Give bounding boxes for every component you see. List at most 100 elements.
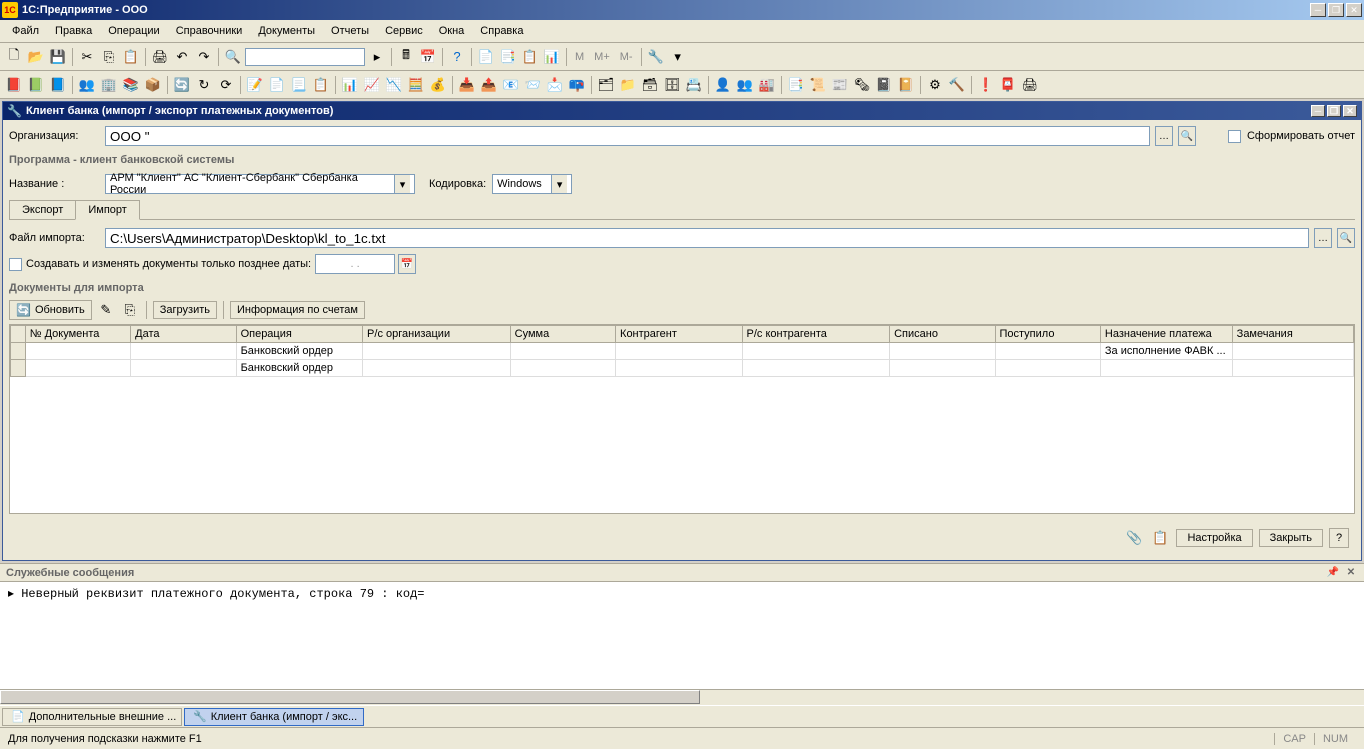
tb2-icon-23[interactable]: 📨 bbox=[523, 75, 543, 95]
tb2-icon-32[interactable]: 👥 bbox=[735, 75, 755, 95]
tb2-icon-18[interactable]: 🧮 bbox=[406, 75, 426, 95]
tab-export[interactable]: Экспорт bbox=[9, 200, 76, 219]
tb2-icon-22[interactable]: 📧 bbox=[501, 75, 521, 95]
tb2-icon-27[interactable]: 📁 bbox=[618, 75, 638, 95]
report-checkbox[interactable] bbox=[1228, 130, 1241, 143]
memory-mplus[interactable]: М+ bbox=[590, 51, 614, 63]
tb2-icon-33[interactable]: 🏭 bbox=[757, 75, 777, 95]
encoding-dropdown-icon[interactable]: ▾ bbox=[551, 175, 567, 193]
tool-icon-2[interactable]: 📑 bbox=[498, 47, 518, 67]
menu-documents[interactable]: Документы bbox=[250, 23, 323, 39]
search-input[interactable] bbox=[245, 48, 365, 66]
col-remarks[interactable]: Замечания bbox=[1232, 326, 1353, 343]
undo-icon[interactable]: ↶ bbox=[172, 47, 192, 67]
copy-icon[interactable]: ⎘ bbox=[99, 47, 119, 67]
tb2-icon-7[interactable]: 📦 bbox=[143, 75, 163, 95]
messages-content[interactable]: ▸ Неверный реквизит платежного документа… bbox=[0, 581, 1364, 689]
tb2-icon-6[interactable]: 📚 bbox=[121, 75, 141, 95]
menu-edit[interactable]: Правка bbox=[47, 23, 100, 39]
tb2-icon-12[interactable]: 📄 bbox=[267, 75, 287, 95]
file-input[interactable] bbox=[105, 228, 1309, 248]
table-row[interactable]: Банковский ордер За исполнение ФАВК ... bbox=[11, 343, 1354, 360]
calendar-button[interactable]: 📅 bbox=[398, 254, 416, 274]
help-toolbar-icon[interactable]: ? bbox=[447, 47, 467, 67]
col-amount[interactable]: Сумма bbox=[510, 326, 615, 343]
menu-windows[interactable]: Окна bbox=[431, 23, 473, 39]
pin-icon[interactable]: 📌 bbox=[1326, 566, 1340, 580]
tb2-icon-9[interactable]: ↻ bbox=[194, 75, 214, 95]
settings-button[interactable]: Настройка bbox=[1176, 529, 1252, 547]
messages-close-icon[interactable]: ✕ bbox=[1344, 566, 1358, 580]
tb2-icon-44[interactable]: 🖨 bbox=[1020, 75, 1040, 95]
maximize-button[interactable]: ❐ bbox=[1328, 3, 1344, 17]
help-button[interactable]: ? bbox=[1329, 528, 1349, 548]
cut-icon[interactable]: ✂ bbox=[77, 47, 97, 67]
tb2-icon-15[interactable]: 📊 bbox=[340, 75, 360, 95]
table-container[interactable]: № Документа Дата Операция Р/с организаци… bbox=[9, 324, 1355, 514]
tb2-icon-38[interactable]: 📓 bbox=[874, 75, 894, 95]
name-dropdown-icon[interactable]: ▾ bbox=[394, 175, 410, 193]
tb2-icon-13[interactable]: 📃 bbox=[289, 75, 309, 95]
tool-icon-3[interactable]: 📋 bbox=[520, 47, 540, 67]
tb2-icon-3[interactable]: 📘 bbox=[48, 75, 68, 95]
tb2-icon-8[interactable]: 🔄 bbox=[172, 75, 192, 95]
tb2-icon-11[interactable]: 📝 bbox=[245, 75, 265, 95]
tb2-icon-29[interactable]: 🗄 bbox=[662, 75, 682, 95]
sub-restore-button[interactable]: ❐ bbox=[1327, 105, 1341, 117]
tb2-icon-28[interactable]: 🗃 bbox=[640, 75, 660, 95]
org-input[interactable] bbox=[105, 126, 1150, 146]
tb2-icon-10[interactable]: ⟳ bbox=[216, 75, 236, 95]
tb2-icon-16[interactable]: 📈 bbox=[362, 75, 382, 95]
encoding-select[interactable]: Windows ▾ bbox=[492, 174, 572, 194]
tb2-icon-35[interactable]: 📜 bbox=[808, 75, 828, 95]
tb2-icon-37[interactable]: 🗞 bbox=[852, 75, 872, 95]
tb2-icon-2[interactable]: 📗 bbox=[26, 75, 46, 95]
config-icon[interactable]: 🔧 bbox=[646, 47, 666, 67]
col-contractoracct[interactable]: Р/с контрагента bbox=[742, 326, 890, 343]
org-search-button[interactable]: 🔍 bbox=[1178, 126, 1196, 146]
info-button[interactable]: Информация по счетам bbox=[230, 301, 365, 319]
col-date[interactable]: Дата bbox=[131, 326, 236, 343]
col-operation[interactable]: Операция bbox=[236, 326, 362, 343]
tb2-icon-1[interactable]: 📕 bbox=[4, 75, 24, 95]
tb2-icon-14[interactable]: 📋 bbox=[311, 75, 331, 95]
col-debit[interactable]: Списано bbox=[890, 326, 995, 343]
tb2-icon-40[interactable]: ⚙ bbox=[925, 75, 945, 95]
tb2-icon-39[interactable]: 📔 bbox=[896, 75, 916, 95]
tb2-icon-26[interactable]: 🗂 bbox=[596, 75, 616, 95]
tool-icon-4[interactable]: 📊 bbox=[542, 47, 562, 67]
save-icon[interactable]: 💾 bbox=[48, 47, 68, 67]
menu-operations[interactable]: Операции bbox=[100, 23, 167, 39]
calendar-icon[interactable]: 📅 bbox=[418, 47, 438, 67]
tb2-icon-34[interactable]: 📑 bbox=[786, 75, 806, 95]
create-checkbox[interactable] bbox=[9, 258, 22, 271]
taskbar-item-1[interactable]: 📄Дополнительные внешние ... bbox=[2, 708, 182, 726]
paste-icon[interactable]: 📋 bbox=[121, 47, 141, 67]
col-contractor[interactable]: Контрагент bbox=[616, 326, 742, 343]
memory-m[interactable]: М bbox=[571, 51, 588, 63]
menu-reports[interactable]: Отчеты bbox=[323, 23, 377, 39]
action-icon-2[interactable]: ⎘ bbox=[120, 300, 140, 320]
org-lookup-button[interactable]: … bbox=[1155, 126, 1173, 146]
tool-icon-1[interactable]: 📄 bbox=[476, 47, 496, 67]
date-input[interactable]: . . bbox=[315, 254, 395, 274]
tb2-icon-19[interactable]: 💰 bbox=[428, 75, 448, 95]
table-row[interactable]: Банковский ордер bbox=[11, 360, 1354, 377]
tb2-icon-24[interactable]: 📩 bbox=[545, 75, 565, 95]
load-button[interactable]: Загрузить bbox=[153, 301, 217, 319]
tb2-icon-42[interactable]: ❗ bbox=[976, 75, 996, 95]
tb2-icon-43[interactable]: 📮 bbox=[998, 75, 1018, 95]
file-lookup-button[interactable]: … bbox=[1314, 228, 1332, 248]
menu-help[interactable]: Справка bbox=[472, 23, 531, 39]
horizontal-scrollbar[interactable] bbox=[0, 689, 1364, 705]
col-orgacct[interactable]: Р/с организации bbox=[363, 326, 511, 343]
find-icon[interactable]: 🔍 bbox=[223, 47, 243, 67]
tb2-icon-36[interactable]: 📰 bbox=[830, 75, 850, 95]
bottom-icon-2[interactable]: 📋 bbox=[1150, 528, 1170, 548]
search-go-icon[interactable]: ▸ bbox=[367, 47, 387, 67]
new-icon[interactable]: 🗋 bbox=[4, 47, 24, 67]
close-button[interactable]: ✕ bbox=[1346, 3, 1362, 17]
col-credit[interactable]: Поступило bbox=[995, 326, 1100, 343]
name-select[interactable]: АРМ "Клиент" АС "Клиент-Сбербанк" Сберба… bbox=[105, 174, 415, 194]
col-docnum[interactable]: № Документа bbox=[25, 326, 130, 343]
